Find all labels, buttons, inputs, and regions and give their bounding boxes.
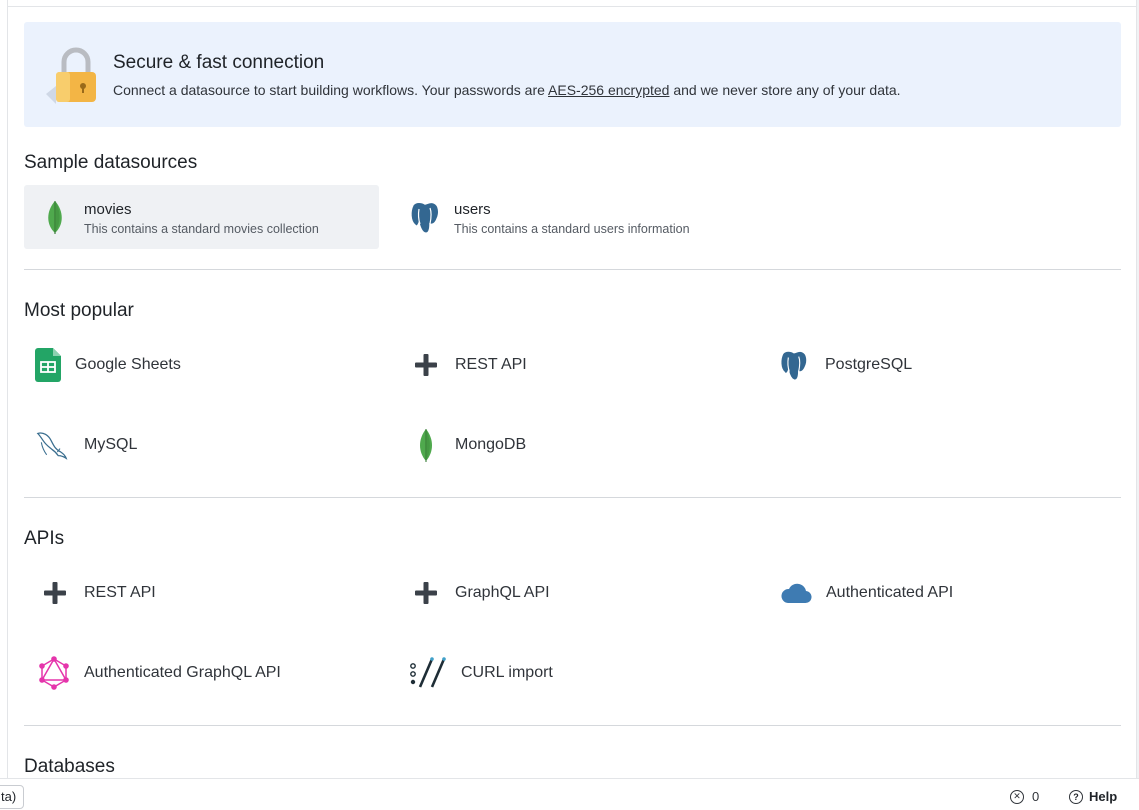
datasource-graphql-api[interactable]: GraphQL API [404, 573, 764, 613]
top-border [7, 6, 1139, 7]
databases-heading: Databases [24, 756, 115, 777]
datasource-mysql[interactable]: MySQL [24, 425, 384, 465]
help-circle-icon: ? [1069, 789, 1083, 804]
sample-datasources-heading: Sample datasources [24, 152, 198, 173]
most-popular-heading: Most popular [24, 300, 134, 321]
mysql-dolphin-icon [36, 429, 68, 461]
datasource-label: GraphQL API [455, 584, 550, 601]
divider [24, 269, 1121, 270]
datasource-label: PostgreSQL [825, 356, 913, 373]
left-panel-border [7, 0, 8, 778]
error-counter[interactable]: ✕ 0 [1010, 789, 1039, 804]
cloud-icon [780, 577, 812, 609]
lock-icon [46, 47, 96, 104]
graphql-icon [38, 656, 70, 690]
google-sheets-icon [32, 348, 64, 382]
datasource-authenticated-api[interactable]: Authenticated API [776, 573, 1121, 613]
status-bar: ta) ✕ 0 ? Help [0, 778, 1139, 810]
datasource-label: MySQL [84, 436, 138, 453]
help-label: Help [1089, 789, 1118, 804]
datasource-rest-api[interactable]: REST API [404, 345, 764, 385]
secure-connection-banner: Secure & fast connection Connect a datas… [24, 22, 1121, 127]
help-button[interactable]: ? Help [1069, 789, 1117, 804]
sample-description: This contains a standard movies collecti… [84, 222, 319, 236]
datasource-picker: Secure & fast connection Connect a datas… [24, 22, 1121, 777]
datasource-label: REST API [455, 356, 527, 373]
datasource-mongodb[interactable]: MongoDB [404, 425, 764, 465]
banner-description: Connect a datasource to start building w… [113, 82, 901, 98]
divider [24, 497, 1121, 498]
curl-icon [408, 657, 450, 689]
sample-users-card[interactable]: users This contains a standard users inf… [394, 185, 749, 249]
postgresql-elephant-icon [778, 349, 810, 381]
datasource-curl-import[interactable]: CURL import [404, 653, 764, 693]
plus-icon [410, 349, 442, 381]
sample-name: movies [84, 201, 132, 218]
datasource-label: REST API [84, 584, 156, 601]
datasource-google-sheets[interactable]: Google Sheets [24, 345, 384, 385]
plus-icon [410, 577, 442, 609]
postgresql-elephant-icon [410, 201, 440, 234]
mongodb-leaf-icon [410, 429, 442, 462]
plus-icon [39, 577, 71, 609]
datasource-authenticated-graphql-api[interactable]: Authenticated GraphQL API [24, 653, 384, 693]
sample-movies-card[interactable]: movies This contains a standard movies c… [24, 185, 379, 249]
datasource-label: Authenticated GraphQL API [84, 664, 281, 681]
datasource-label: MongoDB [455, 436, 527, 453]
aes-encrypted-link[interactable]: AES-256 encrypted [548, 82, 669, 98]
sample-description: This contains a standard users informati… [454, 222, 690, 236]
divider [24, 725, 1121, 726]
apis-heading: APIs [24, 528, 65, 549]
panel-tab[interactable]: ta) [0, 785, 24, 809]
error-count: 0 [1032, 789, 1040, 804]
datasource-label: CURL import [461, 664, 553, 681]
banner-title: Secure & fast connection [113, 52, 325, 73]
sample-name: users [454, 201, 491, 218]
datasource-rest-api[interactable]: REST API [24, 573, 384, 613]
mongodb-leaf-icon [48, 201, 62, 234]
datasource-label: Google Sheets [75, 356, 181, 373]
datasource-label: Authenticated API [826, 584, 954, 601]
datasource-postgresql[interactable]: PostgreSQL [776, 345, 1121, 385]
sample-datasources-list: movies This contains a standard movies c… [24, 185, 1121, 249]
error-circle-icon: ✕ [1010, 789, 1024, 804]
